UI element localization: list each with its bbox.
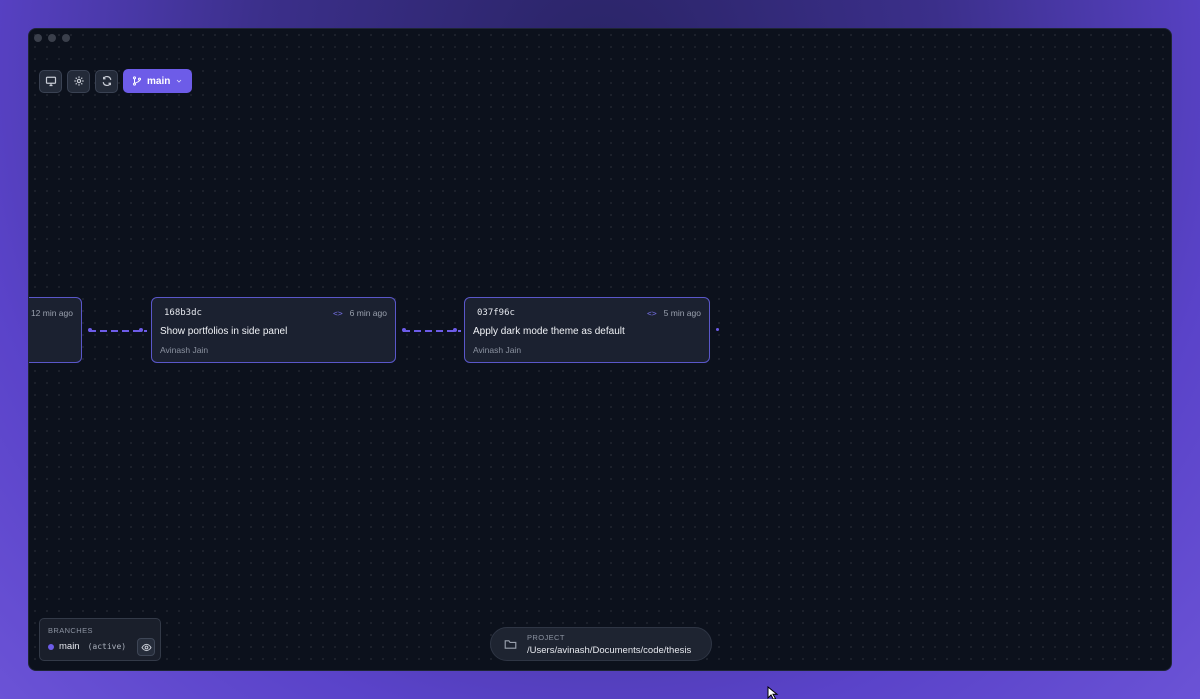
commit-author: Avinash Jain xyxy=(160,345,209,355)
code-icon[interactable]: <> xyxy=(647,309,657,318)
edge-end-dot xyxy=(139,328,143,332)
commit-hash: 168b3dc xyxy=(164,308,202,318)
commit-node[interactable]: 037f96c <> 5 min ago Apply dark mode the… xyxy=(464,297,710,363)
display-button[interactable] xyxy=(39,69,62,93)
folder-icon xyxy=(504,638,517,656)
minimize-window-button[interactable] xyxy=(48,34,56,42)
chevron-down-icon xyxy=(177,79,182,83)
branch-selector[interactable]: main xyxy=(123,69,193,93)
branch-color-dot xyxy=(48,643,54,650)
project-label: PROJECT xyxy=(527,633,565,642)
window-controls xyxy=(34,34,70,42)
branch-item[interactable]: main (active) xyxy=(48,641,126,652)
commit-meta: 12 min ago xyxy=(31,308,73,318)
commit-meta: <> 6 min ago xyxy=(333,308,387,318)
commit-node[interactable]: 168b3dc <> 6 min ago Show portfolios in … xyxy=(151,297,396,363)
edge-start-dot xyxy=(716,328,719,331)
commit-message: Apply dark mode theme as default xyxy=(473,326,625,337)
commit-message: Show portfolios in side panel xyxy=(160,326,288,337)
code-icon[interactable]: <> xyxy=(333,309,343,318)
mouse-cursor-icon xyxy=(767,686,779,699)
refresh-icon xyxy=(102,75,111,87)
branch-name: main xyxy=(59,641,80,652)
project-path: /Users/avinash/Documents/code/thesis xyxy=(527,645,692,656)
gear-icon xyxy=(73,76,84,86)
branch-status: (active) xyxy=(87,642,127,651)
close-window-button[interactable] xyxy=(34,34,42,42)
toolbar: main xyxy=(39,69,193,93)
commit-hash: 037f96c xyxy=(477,308,515,318)
commit-time: 6 min ago xyxy=(349,308,387,318)
refresh-button[interactable] xyxy=(95,69,118,93)
commit-time: 5 min ago xyxy=(663,308,701,318)
git-branch-icon xyxy=(133,76,141,86)
toggle-visibility-button[interactable] xyxy=(137,638,155,656)
commit-node[interactable]: 12 min ago xyxy=(29,297,82,363)
branches-panel: BRANCHES main (active) xyxy=(39,618,161,661)
monitor-icon xyxy=(45,76,56,87)
settings-button[interactable] xyxy=(67,69,90,93)
commit-author: Avinash Jain xyxy=(473,345,522,355)
edge-start-dot xyxy=(88,328,92,332)
commit-meta: <> 5 min ago xyxy=(647,308,701,318)
edge-end-dot xyxy=(453,328,457,332)
edge-start-dot xyxy=(402,328,406,332)
branch-selector-label: main xyxy=(147,75,171,87)
project-info[interactable]: PROJECT /Users/avinash/Documents/code/th… xyxy=(490,627,712,661)
branches-header: BRANCHES xyxy=(48,626,93,635)
eye-icon xyxy=(140,643,152,651)
app-window: main 12 min ago 168b3dc <> 6 min ago Sho… xyxy=(28,28,1172,671)
maximize-window-button[interactable] xyxy=(62,34,70,42)
commit-time: 12 min ago xyxy=(30,308,73,318)
